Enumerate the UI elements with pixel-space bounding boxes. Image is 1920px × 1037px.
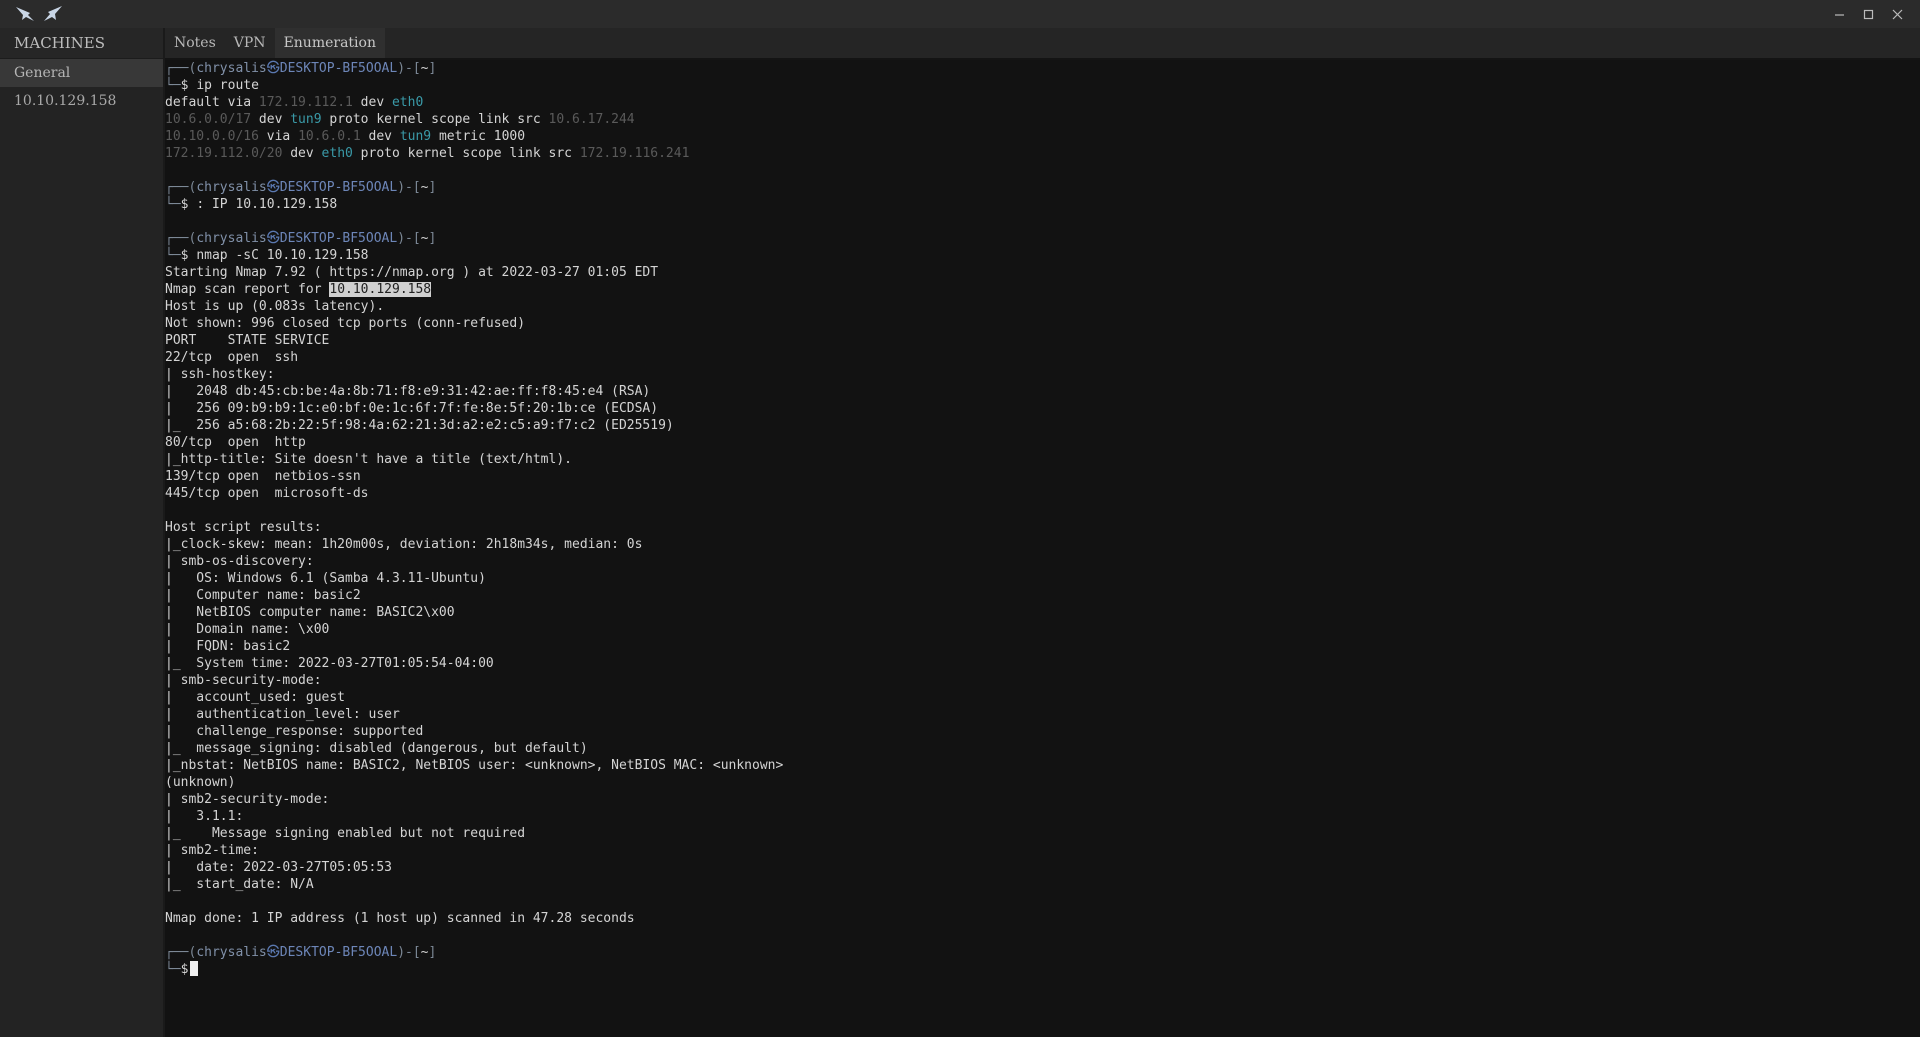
- output-line: Nmap scan report for 10.10.129.158: [165, 282, 432, 297]
- output-line: |_http-title: Site doesn't have a title …: [165, 452, 572, 467]
- tab-enumeration[interactable]: Enumeration: [274, 28, 385, 58]
- output-line: 22/tcp open ssh: [165, 350, 299, 365]
- output-line: 139/tcp open netbios-ssn: [165, 469, 361, 484]
- tab-notes[interactable]: Notes: [165, 28, 225, 58]
- close-icon: [1892, 9, 1903, 19]
- output-line: |_ Message signing enabled but not requi…: [165, 826, 526, 841]
- output-line: 80/tcp open http: [165, 435, 306, 450]
- output-line: | date: 2022-03-27T05:05:53: [165, 860, 392, 875]
- output-line: | 256 09:b9:b9:1c:e0:bf:0e:1c:6f:7f:fe:8…: [165, 401, 659, 416]
- prompt-line: ┌──(chrysalis㉿DESKTOP-BF5OOAL)-[~]: [165, 945, 437, 960]
- output-line: | Domain name: \x00: [165, 622, 330, 637]
- output-line: | smb-os-discovery:: [165, 554, 314, 569]
- skull-icon: ㉿: [266, 945, 280, 960]
- machines-sidebar: MACHINES General 10.10.129.158: [0, 28, 165, 1037]
- output-line: Host is up (0.083s latency).: [165, 299, 385, 314]
- output-line: 445/tcp open microsoft-ds: [165, 486, 369, 501]
- output-line: |_ 256 a5:68:2b:22:5f:98:4a:62:21:3d:a2:…: [165, 418, 674, 433]
- tab-vpn[interactable]: VPN: [225, 28, 275, 58]
- output-line: | challenge_response: supported: [165, 724, 424, 739]
- command-line: └─$ : IP 10.10.129.158: [165, 197, 338, 212]
- output-line: | account_used: guest: [165, 690, 346, 705]
- minimize-icon: [1835, 13, 1844, 16]
- output-line: |_nbstat: NetBIOS name: BASIC2, NetBIOS …: [165, 758, 784, 773]
- output-line: | ssh-hostkey:: [165, 367, 275, 382]
- window-controls: [1825, 0, 1912, 28]
- output-line: (unknown): [165, 775, 236, 790]
- output-line: 172.19.112.0/20 dev eth0 proto kernel sc…: [165, 146, 690, 161]
- selected-text: 10.10.129.158: [329, 282, 432, 297]
- close-button[interactable]: [1883, 0, 1912, 28]
- output-line: Nmap done: 1 IP address (1 host up) scan…: [165, 911, 635, 926]
- sidebar-item-machine[interactable]: 10.10.129.158: [0, 87, 163, 115]
- prompt-line: ┌──(chrysalis㉿DESKTOP-BF5OOAL)-[~]: [165, 180, 437, 195]
- maximize-button[interactable]: [1854, 0, 1883, 28]
- output-line: Starting Nmap 7.92 ( https://nmap.org ) …: [165, 265, 659, 280]
- maximize-icon: [1863, 9, 1874, 19]
- nmap-output: Host is up (0.083s latency). Not shown: 9…: [165, 298, 1920, 927]
- command-line: └─$: [165, 961, 1920, 978]
- skull-icon: ㉿: [266, 180, 280, 195]
- prompt-line: ┌──(chrysalis㉿DESKTOP-BF5OOAL)-[~]: [165, 61, 437, 76]
- output-line: |_ start_date: N/A: [165, 877, 314, 892]
- sidebar-item-general[interactable]: General: [0, 59, 163, 87]
- sidebar-header: MACHINES: [0, 28, 163, 59]
- skull-icon: ㉿: [266, 231, 280, 246]
- output-line: |_ message_signing: disabled (dangerous,…: [165, 741, 588, 756]
- output-line: 10.6.0.0/17 dev tun9 proto kernel scope …: [165, 112, 635, 127]
- output-line: | smb-security-mode:: [165, 673, 322, 688]
- command-line: └─$ ip route: [165, 78, 259, 93]
- prompt-line: ┌──(chrysalis㉿DESKTOP-BF5OOAL)-[~]: [165, 231, 437, 246]
- text-cursor: [190, 961, 199, 976]
- output-line: Host script results:: [165, 520, 322, 535]
- app-logo-icon: [16, 6, 62, 21]
- title-bar: [0, 0, 1920, 28]
- output-line: | 2048 db:45:cb:be:4a:8b:71:f8:e9:31:42:…: [165, 384, 651, 399]
- terminal-pane[interactable]: ┌──(chrysalis㉿DESKTOP-BF5OOAL)-[~] └─$ i…: [165, 60, 1920, 1037]
- output-line: Not shown: 996 closed tcp ports (conn-re…: [165, 316, 526, 331]
- output-line: | 3.1.1:: [165, 809, 244, 824]
- output-line: | FQDN: basic2: [165, 639, 291, 654]
- output-line: 10.10.0.0/16 via 10.6.0.1 dev tun9 metri…: [165, 129, 526, 144]
- skull-icon: ㉿: [266, 61, 280, 76]
- output-line: | OS: Windows 6.1 (Samba 4.3.11-Ubuntu): [165, 571, 486, 586]
- minimize-button[interactable]: [1825, 0, 1854, 28]
- output-line: |_ System time: 2022-03-27T01:05:54-04:0…: [165, 656, 494, 671]
- output-line: | NetBIOS computer name: BASIC2\x00: [165, 605, 455, 620]
- output-line: | smb2-security-mode:: [165, 792, 330, 807]
- output-line: |_clock-skew: mean: 1h20m00s, deviation:…: [165, 537, 643, 552]
- output-line: | Computer name: basic2: [165, 588, 361, 603]
- command-line: └─$ nmap -sC 10.10.129.158: [165, 248, 369, 263]
- output-line: PORT STATE SERVICE: [165, 333, 330, 348]
- output-line: | authentication_level: user: [165, 707, 400, 722]
- output-line: | smb2-time:: [165, 843, 259, 858]
- output-line: default via 172.19.112.1 dev eth0: [165, 95, 424, 110]
- tab-bar: Notes VPN Enumeration: [165, 28, 1920, 60]
